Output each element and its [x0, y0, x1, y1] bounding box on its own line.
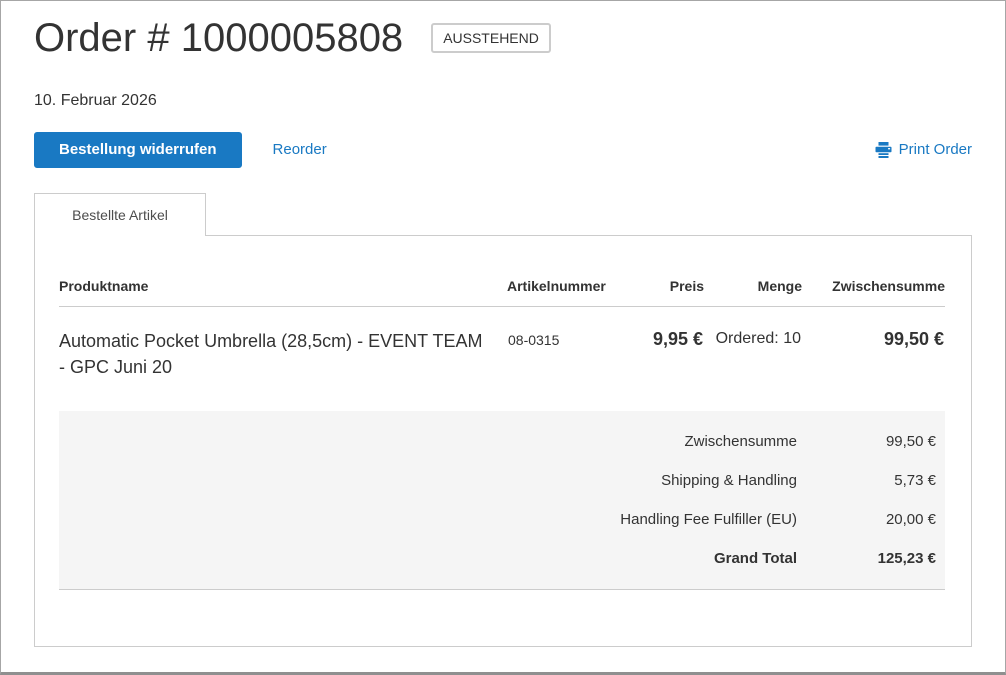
ordered-items-panel: Produktname Artikelnummer Preis Menge Zw…	[34, 235, 972, 647]
items-header-row: Produktname Artikelnummer Preis Menge Zw…	[59, 278, 945, 307]
cancel-order-button[interactable]: Bestellung widerrufen	[34, 132, 242, 168]
total-label: Zwischensumme	[684, 433, 797, 450]
print-order-label: Print Order	[898, 141, 972, 158]
order-items-table: Produktname Artikelnummer Preis Menge Zw…	[59, 278, 945, 380]
order-totals-box: Zwischensumme 99,50 € Shipping & Handlin…	[59, 411, 945, 590]
item-qty: Ordered: 10	[715, 330, 801, 347]
total-value: 5,73 €	[894, 472, 936, 489]
column-header-subtotal: Zwischensumme	[802, 278, 945, 307]
tab-ordered-items[interactable]: Bestellte Artikel	[34, 193, 206, 236]
column-header-qty: Menge	[704, 278, 802, 307]
item-sku: 08-0315	[508, 332, 560, 348]
order-date: 10. Februar 2026	[34, 92, 157, 109]
total-value: 99,50 €	[885, 433, 936, 450]
tab-ordered-items-label: Bestellte Artikel	[72, 207, 168, 223]
total-value: 125,23 €	[877, 550, 936, 567]
total-row-subtotal: Zwischensumme 99,50 €	[59, 422, 945, 461]
item-price: 9,95 €	[652, 329, 703, 349]
total-row-shipping: Shipping & Handling 5,73 €	[59, 461, 945, 500]
item-subtotal: 99,50 €	[883, 329, 944, 349]
total-row-grand-total: Grand Total 125,23 €	[59, 539, 945, 578]
column-header-product-name: Produktname	[59, 278, 507, 307]
total-label: Handling Fee Fulfiller (EU)	[620, 511, 797, 528]
page-title: Order # 1000005808	[34, 16, 404, 60]
printer-icon	[875, 142, 892, 158]
column-header-sku: Artikelnummer	[507, 278, 622, 307]
table-row: Automatic Pocket Umbrella (28,5cm) - EVE…	[59, 307, 945, 381]
print-order-link[interactable]: Print Order	[875, 141, 972, 159]
order-actions-toolbar: Bestellung widerrufen Reorder Print Orde…	[34, 132, 972, 168]
order-status-badge: AUSSTEHEND	[431, 23, 551, 53]
total-label: Shipping & Handling	[661, 472, 797, 489]
total-row-handling-fee: Handling Fee Fulfiller (EU) 20,00 €	[59, 500, 945, 539]
column-header-price: Preis	[622, 278, 704, 307]
item-product-name: Automatic Pocket Umbrella (28,5cm) - EVE…	[59, 331, 483, 377]
total-label: Grand Total	[713, 550, 797, 567]
total-value: 20,00 €	[885, 511, 936, 528]
order-totals-table: Zwischensumme 99,50 € Shipping & Handlin…	[59, 422, 945, 578]
page-title-row: Order # 1000005808 AUSSTEHEND	[34, 16, 972, 60]
order-view-page: Order # 1000005808 AUSSTEHEND 10. Februa…	[0, 0, 1006, 675]
reorder-link[interactable]: Reorder	[273, 141, 327, 159]
